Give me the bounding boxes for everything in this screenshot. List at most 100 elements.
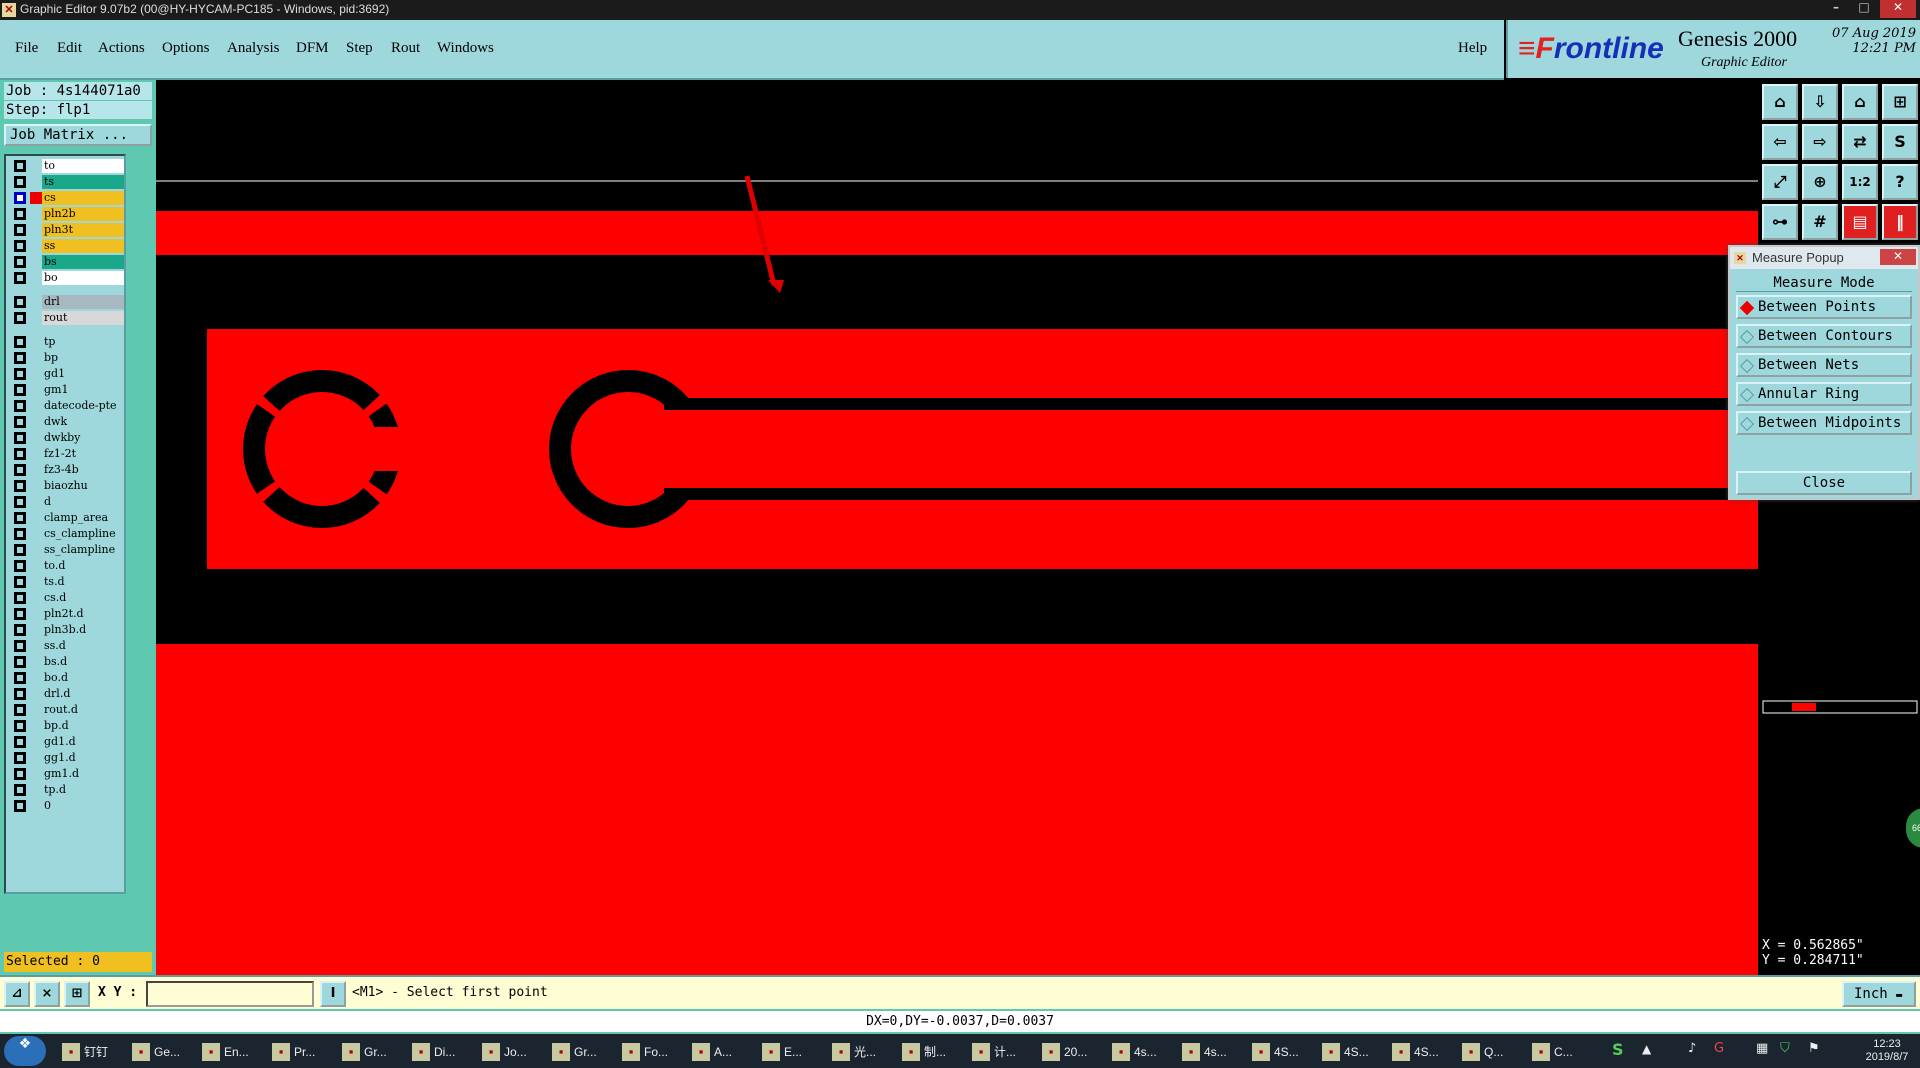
close-window-button[interactable]: ✕ [1880,0,1916,18]
layer-name[interactable]: pln2t.d [42,607,124,621]
taskbar-item[interactable]: ▪ E... [758,1038,826,1066]
taskbar-item[interactable]: ▪ C... [1528,1038,1596,1066]
slider-icon[interactable]: ‖ [1882,204,1918,240]
menu-windows[interactable]: Windows [437,40,494,57]
measure-option[interactable]: Between Midpoints [1736,411,1912,435]
layer-row[interactable]: ss_clampline [8,542,124,558]
layer-checkbox[interactable] [14,192,26,204]
layer-name[interactable]: cs.d [42,591,124,605]
zoom-home-icon[interactable]: ⌂ [1762,84,1798,120]
layer-row[interactable]: d [8,494,124,510]
layer-row[interactable]: ss.d [8,638,124,654]
layer-row[interactable]: pln3b.d [8,622,124,638]
tray-g-icon[interactable]: G [1714,1041,1724,1056]
layer-row[interactable]: 0 [8,798,124,814]
layer-name[interactable]: dwk [42,415,124,429]
layer-name[interactable]: bp [42,351,124,365]
layer-name[interactable]: biaozhu [42,479,124,493]
layer-checkbox[interactable] [14,256,26,268]
menu-rout[interactable]: Rout [391,40,420,57]
layer-name[interactable]: ss_clampline [42,543,124,557]
menu-edit[interactable]: Edit [57,40,82,57]
job-matrix-button[interactable]: Job Matrix ... [4,124,152,146]
help-icon[interactable]: ? [1882,164,1918,200]
layer-checkbox[interactable] [14,296,26,308]
layer-row[interactable]: gd1 [8,366,124,382]
layer-row[interactable]: clamp_area [8,510,124,526]
layer-row[interactable]: bp.d [8,718,124,734]
layer-name[interactable]: ss [42,239,124,253]
grid-snap-icon[interactable]: ⊞ [64,981,90,1007]
layer-row[interactable]: dwkby [8,430,124,446]
layer-name[interactable]: 0 [42,799,124,813]
layer-checkbox[interactable] [14,448,26,460]
layer-row[interactable]: rout [8,310,124,326]
layer-name[interactable]: d [42,495,124,509]
layer-checkbox[interactable] [14,704,26,716]
layer-row[interactable]: bp [8,350,124,366]
layer-name[interactable]: bp.d [42,719,124,733]
pan-right-icon[interactable]: ⇨ [1802,124,1838,160]
layer-checkbox[interactable] [14,176,26,188]
layer-name[interactable]: to.d [42,559,124,573]
layer-name[interactable]: bs [42,255,124,269]
taskbar-item[interactable]: ▪ 20... [1038,1038,1106,1066]
layer-row[interactable]: ts.d [8,574,124,590]
taskbar-item[interactable]: ▪ A... [688,1038,756,1066]
zoom-down-icon[interactable]: ⇩ [1802,84,1838,120]
taskbar-item[interactable]: ▪ 钉钉 [58,1038,126,1066]
layer-checkbox[interactable] [14,352,26,364]
layer-name[interactable]: tp [42,335,124,349]
layer-name[interactable]: datecode-pte [42,399,124,413]
measure-option[interactable]: Annular Ring [1736,382,1912,406]
layer-row[interactable]: dwk [8,414,124,430]
measure-popup-titlebar[interactable]: ✕ Measure Popup ✕ [1730,247,1918,269]
scale-icon[interactable]: 1:2 [1842,164,1878,200]
layer-name[interactable]: cs [42,191,124,205]
layer-list-scrollbar[interactable] [130,154,152,894]
layer-row[interactable]: cs [8,190,124,206]
close-button[interactable]: Close [1736,471,1912,495]
layer-name[interactable]: drl [42,295,124,309]
layer-row[interactable]: cs.d [8,590,124,606]
layer-checkbox[interactable] [14,624,26,636]
layer-name[interactable]: clamp_area [42,511,124,525]
window-icon[interactable]: ⊞ [1882,84,1918,120]
layer-row[interactable]: gg1.d [8,750,124,766]
layer-checkbox[interactable] [14,400,26,412]
layer-name[interactable]: fz1-2t [42,447,124,461]
layer-name[interactable]: ts [42,175,124,189]
layers-icon[interactable]: ▤ [1842,204,1878,240]
layer-row[interactable]: pln3t [8,222,124,238]
layer-checkbox[interactable] [14,368,26,380]
layer-row[interactable]: to [8,158,124,174]
layer-name[interactable]: rout.d [42,703,124,717]
graphic-canvas[interactable] [156,80,1758,975]
taskbar-item[interactable]: ▪ Di... [408,1038,476,1066]
taskbar-item[interactable]: ▪ Gr... [548,1038,616,1066]
menu-help[interactable]: Help [1458,40,1487,57]
menu-file[interactable]: File [15,40,38,57]
measure-option[interactable]: Between Contours [1736,324,1912,348]
layer-name[interactable]: pln3b.d [42,623,124,637]
layer-checkbox[interactable] [14,224,26,236]
xy-input[interactable] [146,981,314,1007]
shield-icon[interactable]: ⛉ [1780,1041,1790,1056]
overview-window[interactable] [1762,700,1918,716]
layer-row[interactable]: fz3-4b [8,462,124,478]
layer-name[interactable]: gm1.d [42,767,124,781]
layer-row[interactable]: bs.d [8,654,124,670]
layer-checkbox[interactable] [14,512,26,524]
layer-checkbox[interactable] [14,784,26,796]
layer-name[interactable]: bo.d [42,671,124,685]
taskbar-item[interactable]: ▪ Pr... [268,1038,336,1066]
layer-checkbox[interactable] [14,544,26,556]
layer-name[interactable]: gd1.d [42,735,124,749]
layer-row[interactable]: bo [8,270,124,286]
layer-row[interactable]: to.d [8,558,124,574]
layer-name[interactable]: cs_clampline [42,527,124,541]
menu-actions[interactable]: Actions [98,40,145,57]
volume-icon[interactable]: ♪ [1688,1041,1696,1056]
layer-name[interactable]: fz3-4b [42,463,124,477]
menu-step[interactable]: Step [346,40,373,57]
